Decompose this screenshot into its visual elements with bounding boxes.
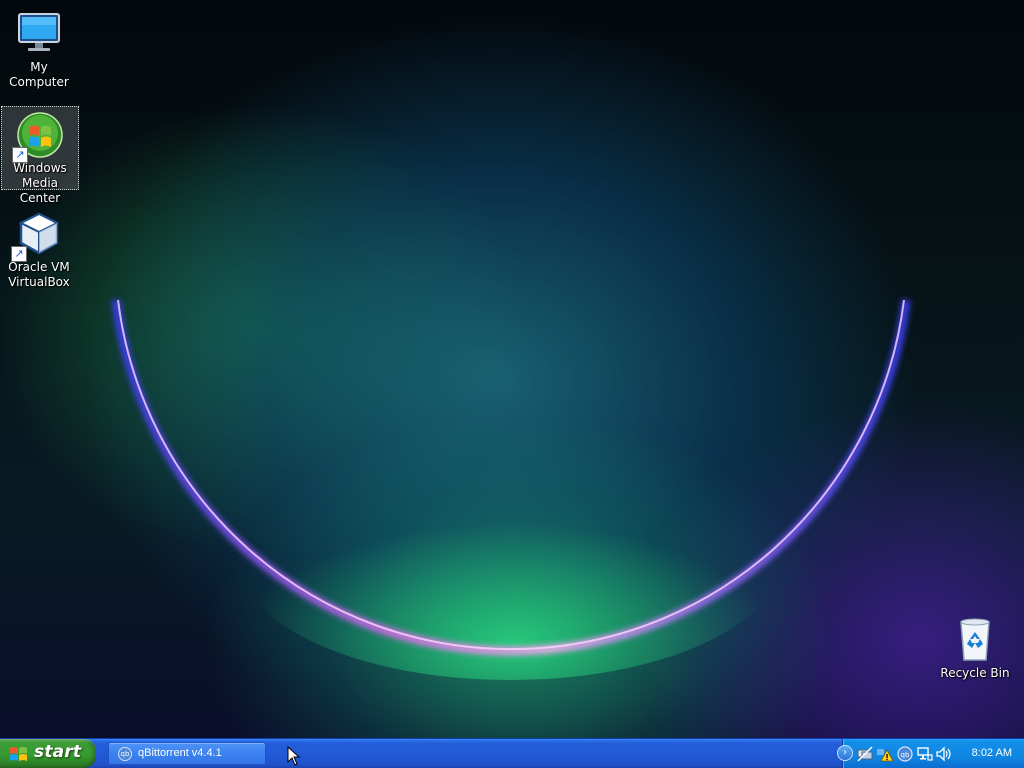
recycle-bin-icon	[951, 616, 999, 664]
taskbar[interactable]: start qb qBittorrent v4.4.1 › qb 8:02 AM	[0, 738, 1024, 768]
svg-text:qb: qb	[901, 751, 910, 759]
start-button[interactable]: start	[0, 739, 96, 768]
security-alert-icon[interactable]	[877, 746, 893, 762]
desktop-icon-label: My Computer	[9, 60, 69, 89]
wallpaper-orb	[111, 299, 911, 680]
desktop[interactable]: My Computer ↗ Windows Media Center ↗ Ora…	[0, 0, 1024, 738]
virtualbox-icon: ↗	[11, 210, 63, 262]
desktop-icon-label: Recycle Bin	[940, 666, 1010, 680]
desktop-icon-recycle-bin[interactable]: Recycle Bin	[937, 612, 1013, 681]
shortcut-arrow-icon: ↗	[11, 246, 27, 262]
windows-media-center-icon: ↗	[12, 111, 64, 163]
desktop-icon-label: Oracle VM VirtualBox	[8, 260, 70, 289]
shortcut-arrow-icon: ↗	[12, 147, 28, 163]
system-tray: › qb 8:02 AM	[837, 739, 1024, 768]
windows-logo-icon	[10, 747, 27, 761]
desktop-icon-my-computer[interactable]: My Computer	[1, 6, 77, 90]
taskbar-button-label: qBittorrent v4.4.1	[138, 747, 222, 759]
desktop-icon-label: Windows Media Center	[13, 161, 67, 205]
taskbar-button-qbittorrent[interactable]: qb qBittorrent v4.4.1	[108, 742, 266, 765]
clock[interactable]: 8:02 AM	[972, 747, 1012, 759]
show-hidden-icons-button[interactable]: ›	[837, 745, 853, 761]
monitor-icon	[15, 10, 63, 58]
qbittorrent-tray-icon[interactable]: qb	[897, 746, 913, 762]
desktop-icon-oracle-vm-virtualbox[interactable]: ↗ Oracle VM VirtualBox	[1, 206, 77, 290]
mouse-cursor-icon	[287, 746, 301, 766]
desktop-icon-windows-media-center[interactable]: ↗ Windows Media Center	[1, 106, 79, 205]
qbittorrent-icon: qb	[118, 747, 132, 761]
volume-icon[interactable]	[936, 746, 952, 762]
start-label: start	[34, 742, 82, 762]
network-connection-icon[interactable]	[917, 746, 933, 762]
network-disconnected-icon[interactable]	[857, 746, 873, 762]
